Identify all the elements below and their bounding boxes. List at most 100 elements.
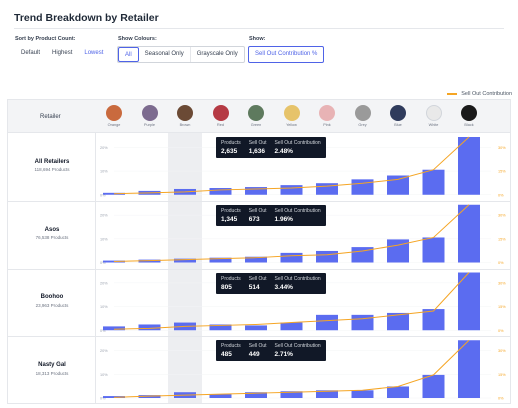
bar-green <box>245 187 267 195</box>
swatch-label-pink: Pink <box>323 123 331 127</box>
tooltip-sell-out-value: 1,636 <box>248 148 266 155</box>
y-tick-left: 10% <box>100 170 108 174</box>
bar-purple <box>138 324 161 331</box>
tooltip-products: Products 805 <box>221 276 241 291</box>
bar-orange <box>103 326 125 331</box>
sort-highest-button[interactable]: Highest <box>46 46 78 63</box>
y-tick-right: 15% <box>498 373 506 377</box>
retailer-name: Boohoo <box>40 294 64 301</box>
tooltip-products-value: 2,635 <box>221 148 238 155</box>
swatch-label-brown: Brown <box>179 123 191 127</box>
retailer-name: Asos <box>44 226 60 233</box>
bar-yellow <box>280 252 303 263</box>
bar-black <box>458 137 480 195</box>
legend-label: Sell Out Contribution <box>461 91 512 97</box>
y-tick-left: 20% <box>100 146 108 150</box>
bar-pink <box>316 314 338 331</box>
colours-seasonal-button[interactable]: Seasonal Only <box>139 47 191 62</box>
tooltip-contribution-label: Sell Out Contribution <box>274 275 321 282</box>
y-tick-right: 15% <box>498 305 506 309</box>
chart-legend: Sell Out Contribution <box>447 91 512 97</box>
tooltip-products: Products 485 <box>221 343 241 358</box>
y-tick-right: 0% <box>498 193 504 197</box>
page-title: Trend Breakdown by Retailer <box>14 12 159 24</box>
swatch-white[interactable] <box>425 105 442 121</box>
bar-blue <box>387 386 409 398</box>
colours-all-button[interactable]: All <box>118 47 139 62</box>
tooltip-sell-out-label: Sell Out <box>248 207 267 214</box>
sort-default-button[interactable]: Default <box>15 46 46 63</box>
swatch-label-orange: Orange <box>107 123 121 127</box>
bar-red <box>209 188 232 195</box>
tooltip-contribution-value: 2.71% <box>274 351 293 359</box>
show-segmented-control: Sell Out Contribution % <box>248 46 325 63</box>
swatch-label-purple: Purple <box>144 123 155 127</box>
y-tick-right: 0% <box>498 397 504 401</box>
sort-segmented-control: Default Highest Lowest <box>15 46 110 63</box>
bar-pink <box>316 250 338 263</box>
show-sell-out-contribution-button[interactable]: Sell Out Contribution % <box>249 47 323 62</box>
bar-grey <box>351 179 374 195</box>
swatch-label-white: White <box>428 123 439 127</box>
tooltip-sell-out-label: Sell Out <box>248 140 267 146</box>
bar-green <box>245 325 267 331</box>
swatch-label-yellow: Yellow <box>286 123 297 127</box>
hover-tooltip: Products 485 Sell Out 449 Sell Out Contribut… <box>216 340 326 362</box>
colours-segmented-control: All Seasonal Only Grayscale Only <box>117 46 245 63</box>
bar-white <box>422 374 445 398</box>
tooltip-products-value: 485 <box>221 351 232 359</box>
swatch-label-blue: Blue <box>394 123 402 127</box>
bar-blue <box>387 239 409 263</box>
bar-yellow <box>280 185 303 195</box>
tooltip-contribution-label: Sell Out Contribution <box>274 140 321 146</box>
bar-white <box>422 169 445 195</box>
retailer-product-count: 76,538 Products <box>35 235 69 241</box>
retailer-column-header: Retailer <box>40 114 61 120</box>
sort-lowest-button[interactable]: Lowest <box>78 46 109 63</box>
bar-grey <box>351 390 374 398</box>
tooltip-products-value: 805 <box>221 283 232 291</box>
colours-grayscale-button[interactable]: Grayscale Only <box>191 47 244 62</box>
bar-blue <box>387 175 409 195</box>
sort-label: Sort by Product Count: <box>15 36 76 42</box>
swatch-label-grey: Grey <box>358 123 367 127</box>
y-tick-right: 0% <box>498 329 504 333</box>
tooltip-sell-out-value: 673 <box>248 215 260 223</box>
tooltip-products-label: Products <box>221 275 241 282</box>
tooltip-products-label: Products <box>221 207 241 214</box>
tooltip-contribution: Sell Out Contribution 1.96% <box>275 208 321 223</box>
tooltip-contribution-value: 1.96% <box>274 215 293 223</box>
swatch-yellow[interactable] <box>283 105 300 121</box>
retailer-trend-chart: 20% 30% 10% 15% 0% 0% 20% 30% 10% 15% 0% 0% 20% 30% 10… <box>100 133 506 404</box>
swatch-red[interactable] <box>212 105 229 121</box>
swatch-green[interactable] <box>248 105 264 121</box>
tooltip-sell-out: Sell Out 449 <box>249 343 267 358</box>
tooltip-contribution-value: 2.48% <box>274 148 293 155</box>
tooltip-contribution: Sell Out Contribution 3.44% <box>275 276 321 291</box>
legend-line-swatch <box>447 93 458 95</box>
retailer-product-count: 23,963 Products <box>35 302 69 308</box>
swatch-brown[interactable] <box>177 105 193 121</box>
tooltip-products-value: 1,345 <box>221 215 238 223</box>
tooltip-sell-out-value: 514 <box>248 283 260 291</box>
bar-pink <box>316 183 338 195</box>
hover-tooltip: Products 805 Sell Out 514 Sell Out Contribut… <box>216 272 326 294</box>
swatch-black[interactable] <box>461 105 477 121</box>
swatch-label-green: Green <box>250 123 262 127</box>
tooltip-products: Products 1,345 <box>221 208 241 223</box>
swatch-grey[interactable] <box>354 105 371 121</box>
swatch-pink[interactable] <box>319 105 335 121</box>
y-tick-right: 0% <box>498 261 504 265</box>
tooltip-sell-out-label: Sell Out <box>248 343 267 350</box>
y-tick-right: 30% <box>498 281 506 285</box>
title-divider <box>14 28 504 29</box>
y-tick-left: 10% <box>100 373 108 377</box>
swatch-label-red: Red <box>217 123 224 127</box>
swatch-purple[interactable] <box>141 105 158 121</box>
swatch-orange[interactable] <box>106 105 122 121</box>
show-label: Show: <box>249 36 266 42</box>
tooltip-products: Products 2,635 <box>221 140 241 155</box>
bar-grey <box>351 314 374 331</box>
swatch-blue[interactable] <box>390 105 406 121</box>
swatch-label-black: Black <box>464 123 474 127</box>
